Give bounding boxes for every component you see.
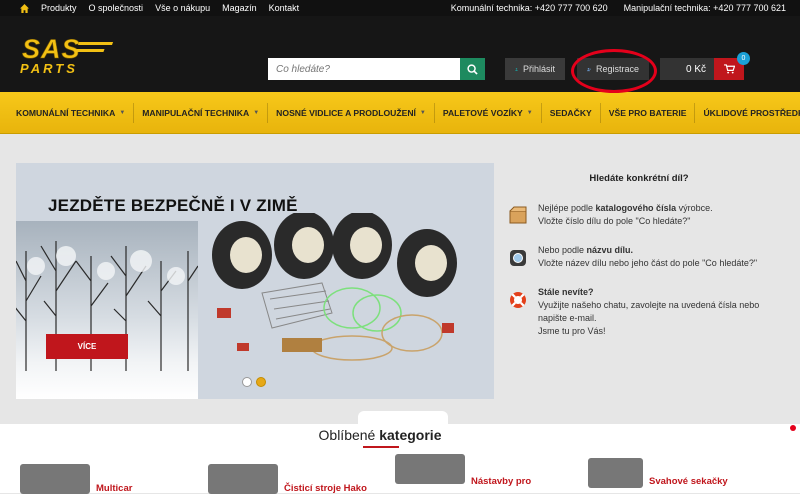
nav-label: VŠE PRO BATERIE — [608, 107, 687, 118]
popular-categories: Oblíbené kategorie Multicar Čisticí stro… — [0, 424, 800, 494]
nav-label: SEDAČKY — [549, 107, 592, 118]
nav-item-handling[interactable]: MANIPULAČNÍ TECHNIKA ▼ — [134, 102, 269, 123]
hero-slider[interactable]: JEZDĚTE BEZPEČNĚ I V ZIMĚ VÍCE — [16, 163, 494, 399]
category-image — [20, 464, 90, 494]
chevron-down-icon: ▼ — [419, 109, 426, 116]
home-icon[interactable] — [20, 3, 29, 13]
tip3-text-a: Stále nevíte? — [538, 287, 594, 297]
cart-count-badge: 0 — [737, 52, 750, 65]
tip3-text-b: Využijte našeho chatu, zavolejte na uved… — [538, 300, 760, 323]
lifebuoy-icon — [510, 292, 526, 308]
tip2-text-a: Nebo podle — [538, 245, 587, 255]
search-button[interactable] — [460, 58, 485, 80]
cart-icon — [723, 64, 735, 74]
topbar-link-magazine[interactable]: Magazín — [222, 3, 257, 13]
main-nav: KOMUNÁLNÍ TECHNIKA ▼ MANIPULAČNÍ TECHNIKA… — [0, 92, 800, 134]
heading-underline — [363, 446, 399, 448]
topbar-link-contact[interactable]: Kontakt — [269, 3, 300, 13]
login-label: Přihlásit — [522, 64, 555, 74]
category-label: Čisticí stroje Hako — [284, 483, 367, 494]
tip1-text-a: Nejlépe podle — [538, 203, 596, 213]
topbar-link-shopping-info[interactable]: Vše o nákupu — [155, 3, 210, 13]
help-heading: Hledáte konkrétní díl? — [589, 173, 689, 184]
nav-label: ÚKLIDOVÉ PROSTŘEDKY — [703, 107, 800, 118]
category-label: Multicar — [96, 483, 133, 494]
cart-total: 0 Kč — [660, 58, 714, 80]
slider-dot-2[interactable] — [256, 377, 266, 387]
snow-chains-product-image — [212, 213, 457, 361]
top-bar: Produkty O společnosti Vše o nákupu Maga… — [0, 0, 800, 16]
tip1-text-c: výrobce. — [676, 203, 713, 213]
box-icon — [509, 206, 527, 224]
search-icon — [467, 63, 478, 75]
search-input[interactable] — [268, 58, 460, 80]
nav-label: PALETOVÉ VOZÍKY — [442, 107, 523, 118]
header: SAS PARTS Přihlásit Registrace 0 Kč 0 — [0, 16, 800, 93]
nav-label: MANIPULAČNÍ TECHNIKA — [142, 107, 250, 118]
chevron-down-icon: ▼ — [253, 109, 260, 116]
category-hako[interactable]: Čisticí stroje Hako — [208, 464, 367, 494]
phone-communal[interactable]: Komunální technika: +420 777 700 620 — [451, 3, 608, 13]
category-image — [395, 454, 465, 484]
category-image — [208, 464, 278, 494]
user-plus-icon — [587, 67, 591, 71]
category-multicar[interactable]: Multicar — [20, 464, 132, 494]
search-box — [268, 58, 485, 80]
nav-item-batteries[interactable]: VŠE PRO BATERIE — [601, 102, 696, 123]
nav-label: NOSNÉ VIDLICE A PRODLOUŽENÍ — [276, 107, 416, 118]
tip2-text-c: Vložte název dílu nebo jeho část do pole… — [538, 258, 758, 268]
topbar-link-about[interactable]: O společnosti — [89, 3, 144, 13]
chevron-down-icon: ▼ — [119, 109, 126, 116]
register-label: Registrace — [595, 64, 639, 74]
topbar-link-products[interactable]: Produkty — [41, 3, 77, 13]
slider-dot-1[interactable] — [242, 377, 252, 387]
categories-heading: Oblíbené kategorie — [0, 427, 760, 443]
category-tab-notch — [358, 411, 448, 425]
phone-handling[interactable]: Manipulační technika: +420 777 700 621 — [624, 3, 786, 13]
svg-text:PARTS: PARTS — [20, 61, 78, 76]
tip3-text-c: Jsme tu pro Vás! — [538, 326, 606, 336]
nav-item-communal[interactable]: KOMUNÁLNÍ TECHNIKA ▼ — [8, 102, 135, 123]
tip-help: Stále nevíte? Využijte našeho chatu, zav… — [508, 286, 770, 338]
tip1-text-b: katalogového čísla — [595, 203, 677, 213]
category-attachments[interactable]: Nástavby pro — [395, 454, 532, 487]
register-button[interactable]: Registrace — [577, 58, 649, 80]
nav-item-cleaning[interactable]: ÚKLIDOVÉ PROSTŘEDKY▼ — [695, 103, 800, 123]
category-label: Svahové sekačky — [649, 476, 728, 487]
slider-dots — [242, 377, 266, 387]
search-help-panel: Hledáte konkrétní díl? Nejlépe podle kat… — [508, 163, 770, 354]
category-label: Nástavby pro — [471, 476, 532, 487]
nav-item-forks[interactable]: NOSNÉ VIDLICE A PRODLOUŽENÍ ▼ — [268, 102, 435, 123]
svg-text:SAS: SAS — [22, 34, 81, 64]
category-image — [588, 458, 643, 488]
heading-bold: kategorie — [379, 427, 442, 443]
tip2-text-b: názvu dílu. — [586, 245, 634, 255]
category-slope-mowers[interactable]: Svahové sekačky — [588, 458, 728, 488]
chevron-down-icon: ▼ — [526, 109, 533, 116]
slide-more-button[interactable]: VÍCE — [46, 334, 128, 359]
scroll-indicator — [790, 425, 796, 431]
camera-icon — [510, 250, 526, 266]
main-content: JEZDĚTE BEZPEČNĚ I V ZIMĚ VÍCE Hledáte k… — [0, 134, 800, 399]
nav-label: KOMUNÁLNÍ TECHNIKA — [16, 107, 116, 118]
sas-parts-logo[interactable]: SAS PARTS — [16, 34, 122, 76]
heading-light: Oblíbené — [318, 427, 380, 443]
login-button[interactable]: Přihlásit — [505, 58, 565, 80]
tip-catalog-number: Nejlépe podle katalogového čísla výrobce… — [508, 202, 770, 228]
cart[interactable]: 0 Kč 0 — [660, 52, 750, 80]
tip1-text-d: Vložte číslo dílu do pole "Co hledáte?" — [538, 216, 691, 226]
nav-item-seats[interactable]: SEDAČKY — [542, 102, 601, 123]
tip-part-name: Nebo podle názvu dílu. Vložte název dílu… — [508, 244, 770, 270]
nav-item-pallet-trucks[interactable]: PALETOVÉ VOZÍKY ▼ — [435, 102, 542, 123]
user-icon — [515, 67, 518, 71]
